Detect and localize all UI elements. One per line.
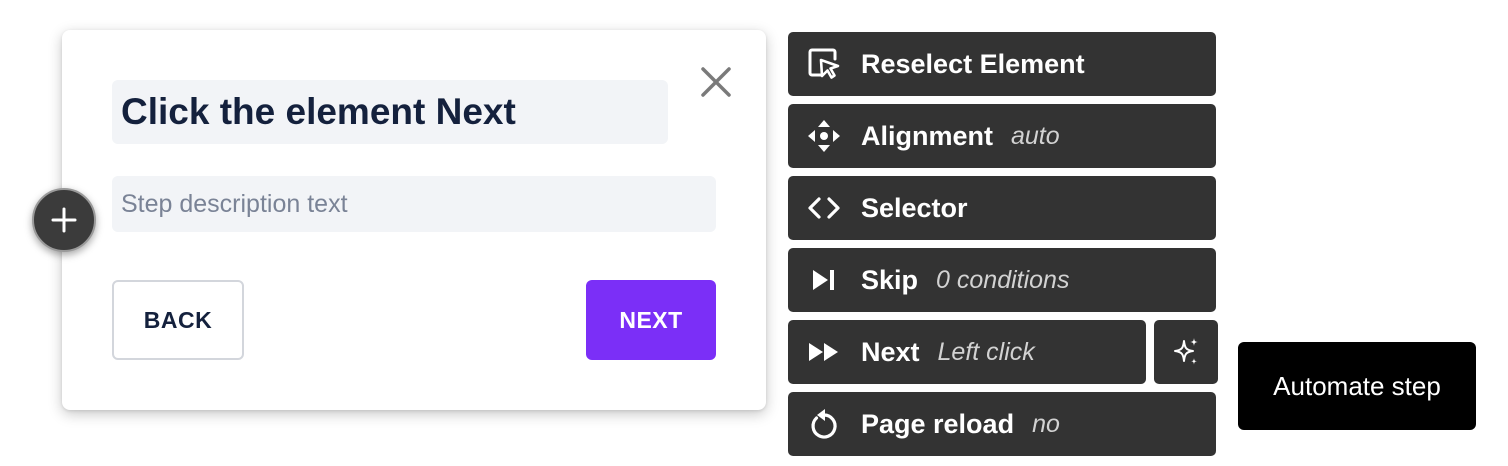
- cursor-select-icon: [806, 46, 842, 82]
- selector-label: Selector: [861, 192, 968, 223]
- next-button[interactable]: NEXT: [586, 280, 716, 360]
- next-action-label: Next: [861, 336, 920, 367]
- alignment-label: Alignment: [861, 120, 993, 151]
- plus-icon: [51, 207, 77, 233]
- skip-option[interactable]: Skip 0 conditions: [788, 248, 1216, 312]
- skip-value: 0 conditions: [936, 265, 1070, 294]
- page-reload-label: Page reload: [861, 408, 1015, 439]
- step-description-input[interactable]: Step description text: [112, 176, 716, 232]
- reselect-element-option[interactable]: Reselect Element: [788, 32, 1216, 96]
- fast-forward-icon: [806, 334, 842, 370]
- sparkles-icon: [1174, 338, 1198, 365]
- step-card: Click the element Next Step description …: [62, 30, 766, 410]
- automate-step-tooltip: Automate step: [1238, 342, 1476, 430]
- page-reload-option[interactable]: Page reload no: [788, 392, 1216, 456]
- add-step-button[interactable]: [32, 188, 96, 252]
- page-reload-value: no: [1032, 409, 1060, 438]
- next-action-value: Left click: [937, 337, 1035, 366]
- code-icon: [806, 190, 842, 226]
- close-icon: [701, 67, 731, 97]
- automate-step-button[interactable]: [1154, 320, 1218, 384]
- next-action-option[interactable]: Next Left click: [788, 320, 1146, 384]
- close-button[interactable]: [698, 64, 734, 100]
- step-title-text: Click the element Next: [121, 91, 516, 132]
- alignment-option[interactable]: Alignment auto: [788, 104, 1216, 168]
- alignment-value: auto: [1011, 121, 1060, 150]
- reload-icon: [806, 406, 842, 442]
- move-arrows-icon: [806, 118, 842, 154]
- step-title-field[interactable]: Click the element Next: [112, 80, 668, 144]
- step-description-placeholder: Step description text: [121, 189, 348, 218]
- reselect-element-label: Reselect Element: [861, 48, 1085, 79]
- skip-label: Skip: [861, 264, 919, 295]
- back-button[interactable]: BACK: [112, 280, 244, 360]
- selector-option[interactable]: Selector: [788, 176, 1216, 240]
- skip-forward-icon: [806, 262, 842, 298]
